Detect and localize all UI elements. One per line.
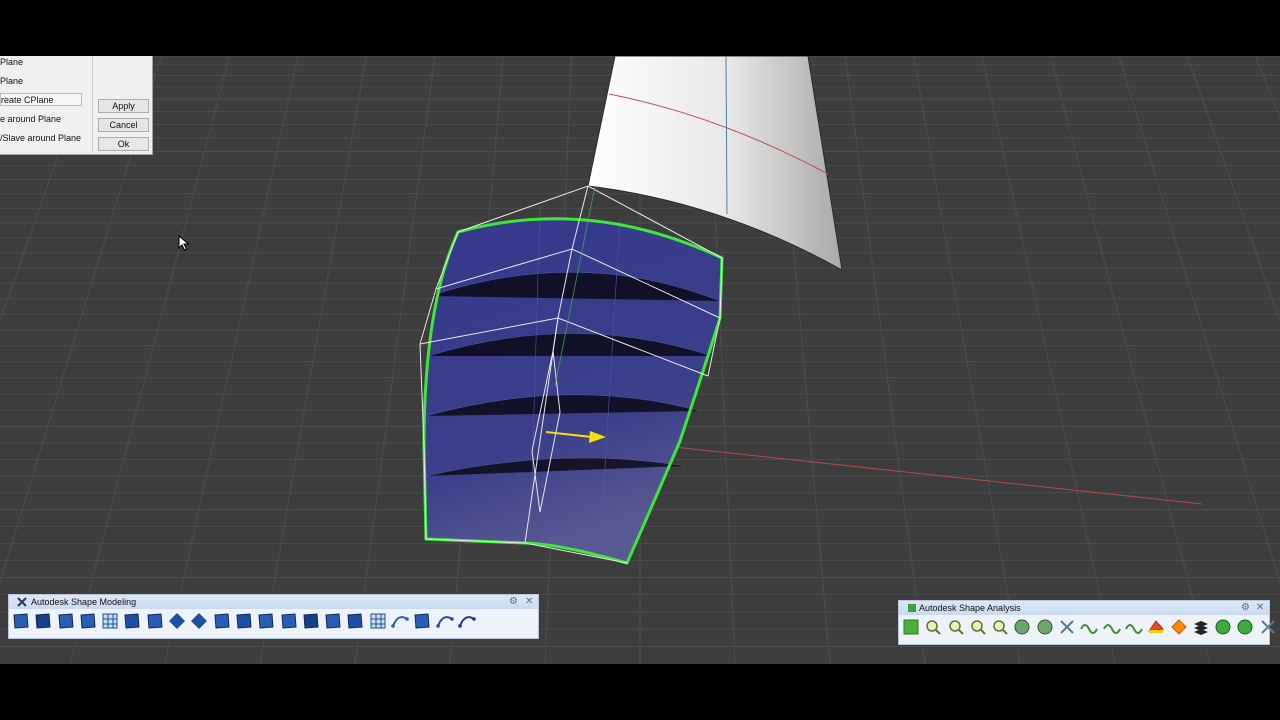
ok-button[interactable]: Ok — [98, 137, 149, 151]
half-sphere-icon[interactable] — [1035, 617, 1055, 637]
modeling-logo-icon — [17, 597, 27, 607]
layer-stack-icon[interactable] — [1191, 617, 1211, 637]
zoom-select-icon[interactable] — [968, 617, 988, 637]
curvature-map-icon[interactable] — [1124, 617, 1144, 637]
sphere-icon[interactable] — [1012, 617, 1032, 637]
zebra-icon[interactable] — [923, 617, 943, 637]
scene-canvas[interactable] — [0, 56, 1280, 664]
zoom-extents-icon[interactable] — [990, 617, 1010, 637]
gear-icon[interactable]: ⚙ — [509, 596, 518, 608]
modeling-tools — [11, 611, 479, 631]
grid-icon[interactable] — [100, 611, 120, 631]
merge-icon[interactable] — [323, 611, 343, 631]
apply-button[interactable]: Apply — [98, 99, 149, 113]
control-points-icon[interactable] — [11, 611, 31, 631]
close-icon[interactable]: ✕ — [525, 596, 533, 608]
draft-icon[interactable] — [1146, 617, 1166, 637]
shape-modeling-toolbar: Autodesk Shape Modeling ⚙ ✕ — [8, 594, 539, 639]
cplane-option[interactable]: Plane — [0, 75, 23, 88]
fade-icon[interactable] — [1235, 617, 1255, 637]
align-icon[interactable] — [256, 611, 276, 631]
measure-icon[interactable] — [1057, 617, 1077, 637]
cplane-option[interactable]: /Slave around Plane — [0, 132, 81, 145]
wedge-icon[interactable] — [212, 611, 232, 631]
offset-icon[interactable] — [33, 611, 53, 631]
patch-icon[interactable] — [145, 611, 165, 631]
settings-icon[interactable] — [1258, 617, 1278, 637]
cancel-button[interactable]: Cancel — [98, 118, 149, 132]
deviation-icon[interactable] — [1102, 617, 1122, 637]
polygon-icon[interactable] — [189, 611, 209, 631]
network-icon[interactable] — [368, 611, 388, 631]
orange-icon[interactable] — [1169, 617, 1189, 637]
cplane-option-selected[interactable]: reate CPlane — [0, 93, 82, 106]
analysis-tools — [901, 617, 1280, 637]
fold-icon[interactable] — [234, 611, 254, 631]
surface-fit-icon[interactable] — [56, 611, 76, 631]
cplane-option[interactable]: Plane — [0, 56, 23, 69]
toolbar-titlebar[interactable]: Autodesk Shape Modeling ⚙ ✕ — [9, 595, 538, 609]
panel-divider — [92, 56, 93, 152]
plane-surface-icon[interactable] — [122, 611, 142, 631]
analysis-green-icon[interactable] — [901, 617, 921, 637]
toolbar-title: Autodesk Shape Analysis — [919, 603, 1021, 613]
environment-icon[interactable] — [1213, 617, 1233, 637]
toolbar-title: Autodesk Shape Modeling — [31, 597, 137, 607]
toolbar-titlebar[interactable]: Autodesk Shape Analysis ⚙ ✕ — [899, 601, 1269, 615]
blend-icon[interactable] — [78, 611, 98, 631]
curve-icon[interactable] — [390, 611, 410, 631]
shape-analysis-toolbar: Autodesk Shape Analysis ⚙ ✕ — [898, 600, 1275, 645]
analysis-logo-icon — [908, 604, 916, 612]
mirror-icon[interactable] — [301, 611, 321, 631]
spline-icon[interactable] — [457, 611, 477, 631]
align-edge-icon[interactable] — [345, 611, 365, 631]
gear-icon[interactable]: ⚙ — [1241, 602, 1250, 614]
cplane-panel: Plane Plane reate CPlane e around Plane … — [0, 56, 153, 155]
close-icon[interactable]: ✕ — [1256, 602, 1264, 614]
zoom-analysis-icon[interactable] — [946, 617, 966, 637]
curvature-wave-icon[interactable] — [1079, 617, 1099, 637]
arrow-icon[interactable] — [279, 611, 299, 631]
mouse-cursor-icon — [178, 235, 190, 251]
x-axis-line — [599, 438, 1203, 505]
cplane-option[interactable]: e around Plane — [0, 113, 61, 126]
viewport[interactable] — [0, 56, 1280, 664]
diamond-icon[interactable] — [167, 611, 187, 631]
brush-icon[interactable] — [412, 611, 432, 631]
bend-icon[interactable] — [435, 611, 455, 631]
